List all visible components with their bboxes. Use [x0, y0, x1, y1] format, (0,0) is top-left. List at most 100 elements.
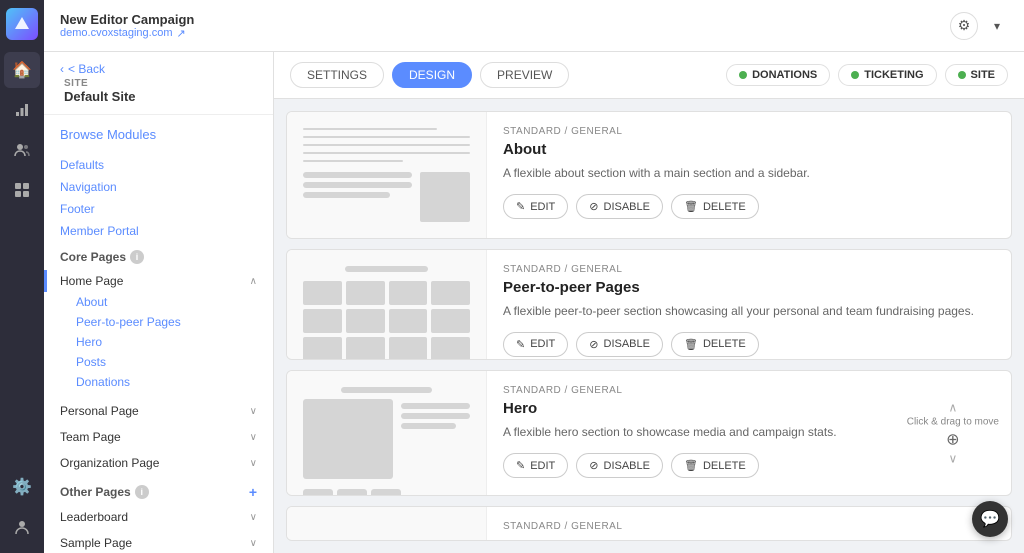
settings-tab[interactable]: SETTINGS [290, 62, 384, 88]
edit-hero-button[interactable]: ✎ EDIT [503, 453, 568, 478]
drag-down-arrow: ∨ [948, 452, 957, 466]
sidebar-link-defaults[interactable]: Defaults [44, 154, 273, 176]
ticketing-status-label: TICKETING [864, 69, 923, 81]
nav-activity[interactable] [4, 92, 40, 128]
sidebar-link-navigation[interactable]: Navigation [44, 176, 273, 198]
drag-overlay: ∧ Click & drag to move ⊕ ∨ [907, 401, 999, 466]
delete-hero-button[interactable]: 🗑 DELETE [671, 453, 759, 478]
sub-item-donations[interactable]: Donations [44, 372, 273, 392]
top-bar-controls: ⚙ ▾ [950, 12, 1008, 40]
grid-item [431, 281, 470, 305]
module-info-p2p: STANDARD / GENERAL Peer-to-peer Pages A … [487, 250, 1011, 359]
disable-about-button[interactable]: ⊘ DISABLE [576, 194, 663, 219]
delete-p2p-button[interactable]: 🗑 DELETE [671, 332, 759, 357]
nav-users[interactable] [4, 132, 40, 168]
donations-status-label: DONATIONS [752, 69, 817, 81]
team-page-group-header[interactable]: Team Page ∨ [44, 426, 273, 448]
page-group-home: Home Page ∧ About Peer-to-peer Pages Her… [44, 268, 273, 398]
preview-line [345, 266, 429, 272]
grid-item [431, 337, 470, 360]
back-button[interactable]: ‹ < Back [60, 62, 136, 76]
leaderboard-chevron-icon: ∨ [250, 512, 257, 523]
drag-handle-icon[interactable]: ⊕ [946, 430, 959, 450]
add-other-page-button[interactable]: + [249, 484, 257, 500]
disable-icon: ⊘ [589, 200, 598, 213]
preview-buttons [303, 489, 470, 496]
preview-line [401, 403, 470, 409]
delete-icon: 🗑 [684, 338, 698, 351]
grid-item [303, 281, 342, 305]
preview-line [303, 152, 470, 154]
icon-nav: 🏠 ⚙️ [0, 0, 44, 553]
settings-gear-button[interactable]: ⚙ [950, 12, 978, 40]
grid-item [346, 337, 385, 360]
campaign-url: demo.cvoxstaging.com ↗ [60, 27, 938, 40]
site-status-pill[interactable]: SITE [945, 64, 1008, 86]
disable-icon: ⊘ [589, 459, 598, 472]
disable-p2p-button[interactable]: ⊘ DISABLE [576, 332, 663, 357]
back-arrow-icon: ‹ [60, 62, 64, 76]
edit-p2p-button[interactable]: ✎ EDIT [503, 332, 568, 357]
module-breadcrumb-p2p: STANDARD / GENERAL [503, 264, 995, 275]
external-link-icon[interactable]: ↗ [177, 27, 186, 40]
disable-icon: ⊘ [589, 338, 598, 351]
page-group-team: Team Page ∨ [44, 424, 273, 450]
module-title-p2p: Peer-to-peer Pages [503, 279, 995, 296]
edit-icon: ✎ [516, 200, 525, 213]
sample-chevron-icon: ∨ [250, 538, 257, 549]
preview-line [341, 387, 433, 393]
chat-fab-button[interactable]: 💬 [972, 501, 1008, 537]
nav-home[interactable]: 🏠 [4, 52, 40, 88]
module-preview-about [287, 112, 487, 238]
module-desc-about: A flexible about section with a main sec… [503, 164, 995, 182]
dropdown-chevron[interactable]: ▾ [986, 15, 1008, 37]
design-tab[interactable]: DESIGN [392, 62, 472, 88]
donations-status-pill[interactable]: DONATIONS [726, 64, 830, 86]
edit-about-button[interactable]: ✎ EDIT [503, 194, 568, 219]
ticketing-status-pill[interactable]: TICKETING [838, 64, 936, 86]
sub-item-posts[interactable]: Posts [44, 352, 273, 372]
nav-grid[interactable] [4, 172, 40, 208]
personal-page-group-header[interactable]: Personal Page ∨ [44, 400, 273, 422]
sub-item-peer-to-peer[interactable]: Peer-to-peer Pages [44, 312, 273, 332]
home-page-group-header[interactable]: Home Page ∧ [44, 270, 273, 292]
content-wrapper: ‹ < Back SITE Default Site Browse Module… [44, 52, 1024, 553]
personal-chevron-icon: ∨ [250, 406, 257, 417]
module-card-p2p: STANDARD / GENERAL Peer-to-peer Pages A … [286, 249, 1012, 360]
drag-up-arrow: ∧ [948, 401, 957, 415]
leaderboard-group-header[interactable]: Leaderboard ∨ [44, 506, 273, 528]
module-title-about: About [503, 141, 995, 158]
module-preview-p2p [287, 250, 487, 359]
browse-modules-link[interactable]: Browse Modules [44, 115, 273, 154]
page-group-sample: Sample Page ∨ [44, 530, 273, 553]
editor-area: SETTINGS DESIGN PREVIEW DONATIONS TICKET… [274, 52, 1024, 553]
organization-page-group-header[interactable]: Organization Page ∨ [44, 452, 273, 474]
sidebar-link-footer[interactable]: Footer [44, 198, 273, 220]
delete-icon: 🗑 [684, 200, 698, 213]
preview-image-box [303, 399, 393, 479]
preview-btn-item [371, 489, 401, 496]
module-info-partial: STANDARD / GENERAL [487, 507, 1011, 540]
module-card-about: STANDARD / GENERAL About A flexible abou… [286, 111, 1012, 239]
sidebar-link-member-portal[interactable]: Member Portal [44, 220, 273, 242]
module-preview-partial [287, 507, 487, 540]
module-breadcrumb-about: STANDARD / GENERAL [503, 126, 995, 137]
preview-line [303, 160, 403, 162]
page-group-organization: Organization Page ∨ [44, 450, 273, 476]
preview-line [303, 192, 390, 198]
sub-item-hero[interactable]: Hero [44, 332, 273, 352]
module-breadcrumb-hero: STANDARD / GENERAL [503, 385, 995, 396]
home-chevron-icon: ∧ [250, 276, 257, 287]
preview-line [303, 128, 437, 130]
delete-icon: 🗑 [684, 459, 698, 472]
disable-hero-button[interactable]: ⊘ DISABLE [576, 453, 663, 478]
nav-user[interactable] [4, 509, 40, 545]
nav-settings[interactable]: ⚙️ [4, 469, 40, 505]
back-label: < Back [68, 62, 105, 76]
ticketing-status-dot [851, 71, 859, 79]
delete-about-button[interactable]: 🗑 DELETE [671, 194, 759, 219]
sample-page-group-header[interactable]: Sample Page ∨ [44, 532, 273, 553]
sub-item-about[interactable]: About [44, 292, 273, 312]
preview-tab[interactable]: PREVIEW [480, 62, 569, 88]
edit-icon: ✎ [516, 338, 525, 351]
